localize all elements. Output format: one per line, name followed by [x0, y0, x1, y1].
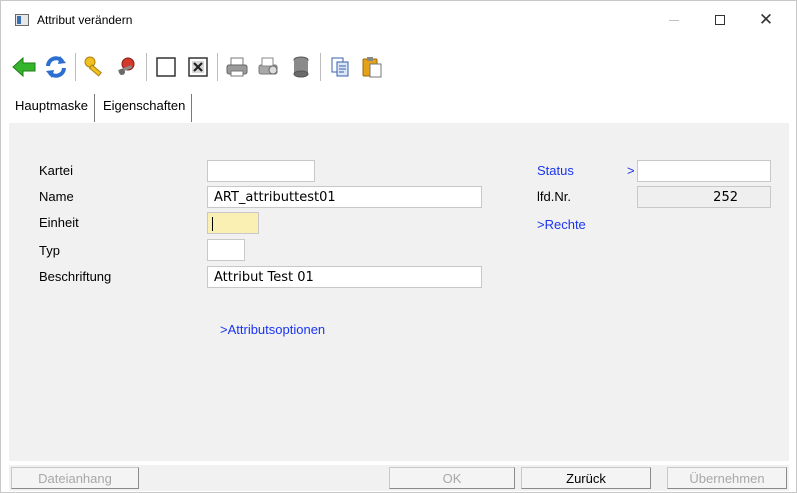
printer-icon	[226, 57, 248, 77]
beschriftung-field[interactable]: Attribut Test 01	[207, 266, 482, 288]
main-panel: Kartei Name ART_attributtest01 Einheit T…	[9, 123, 789, 461]
tab-hauptmaske[interactable]: Hauptmaske	[9, 94, 95, 122]
attributsoptionen-link[interactable]: >Attributsoptionen	[220, 322, 325, 337]
keyring-icon	[118, 57, 135, 75]
delete-button[interactable]	[183, 52, 213, 82]
minimize-icon	[669, 19, 679, 21]
toolbar	[9, 47, 789, 87]
einheit-label: Einheit	[39, 215, 79, 230]
toolbar-separator	[75, 53, 76, 81]
einheit-field[interactable]	[207, 212, 259, 234]
copy-button[interactable]	[325, 52, 355, 82]
rechte-link[interactable]: >Rechte	[537, 217, 586, 232]
status-arrow-link[interactable]: >	[627, 163, 635, 178]
tab-eigenschaften[interactable]: Eigenschaften	[97, 94, 193, 122]
status-field[interactable]	[637, 160, 771, 182]
close-icon: ✕	[758, 10, 774, 29]
refresh-icon	[46, 56, 66, 78]
toolbar-separator	[217, 53, 218, 81]
paste-button[interactable]	[357, 52, 387, 82]
beschriftung-label: Beschriftung	[39, 269, 112, 284]
delete-box-icon	[188, 57, 208, 77]
zurueck-button[interactable]: Zurück	[521, 467, 651, 489]
kartei-field[interactable]	[207, 160, 315, 182]
toolbar-separator	[320, 53, 321, 81]
lfdnr-field: 252	[637, 186, 771, 208]
minimize-button[interactable]	[651, 5, 697, 35]
kartei-label: Kartei	[39, 163, 73, 178]
dialog-window: Attribut verändern ✕ Hauptmaske Eigensch…	[0, 0, 797, 493]
name-field[interactable]: ART_attributtest01	[207, 186, 482, 208]
lfdnr-label: lfd.Nr.	[537, 189, 571, 204]
key-button[interactable]	[80, 52, 110, 82]
maximize-icon	[715, 15, 725, 25]
dateianhang-button[interactable]: Dateianhang	[11, 467, 139, 489]
uebernehmen-button[interactable]: Übernehmen	[667, 467, 787, 489]
app-icon	[15, 14, 29, 26]
print-preview-button[interactable]	[254, 52, 284, 82]
name-label: Name	[39, 189, 74, 204]
close-button[interactable]: ✕	[743, 5, 789, 35]
maximize-button[interactable]	[697, 5, 743, 35]
key-icon	[84, 56, 102, 77]
back-button[interactable]	[9, 52, 39, 82]
print-preview-icon	[258, 57, 278, 75]
database-icon	[293, 56, 309, 78]
typ-label: Typ	[39, 243, 60, 258]
ok-button[interactable]: OK	[389, 467, 515, 489]
empty-box-icon	[156, 57, 176, 77]
status-link[interactable]: Status	[537, 163, 574, 178]
title-bar: Attribut verändern ✕	[1, 1, 796, 41]
button-bar: Dateianhang OK Zurück Übernehmen	[9, 465, 789, 491]
keyring-button[interactable]	[112, 52, 142, 82]
tab-bar: Hauptmaske Eigenschaften	[9, 94, 194, 122]
empty-box-button[interactable]	[151, 52, 181, 82]
copy-icon	[331, 57, 349, 77]
text-cursor	[212, 217, 213, 231]
window-title: Attribut verändern	[37, 13, 133, 27]
toolbar-separator	[146, 53, 147, 81]
print-button[interactable]	[222, 52, 252, 82]
paste-icon	[362, 57, 382, 78]
back-arrow-icon	[12, 56, 36, 78]
database-button[interactable]	[286, 52, 316, 82]
refresh-button[interactable]	[41, 52, 71, 82]
typ-field[interactable]	[207, 239, 245, 261]
